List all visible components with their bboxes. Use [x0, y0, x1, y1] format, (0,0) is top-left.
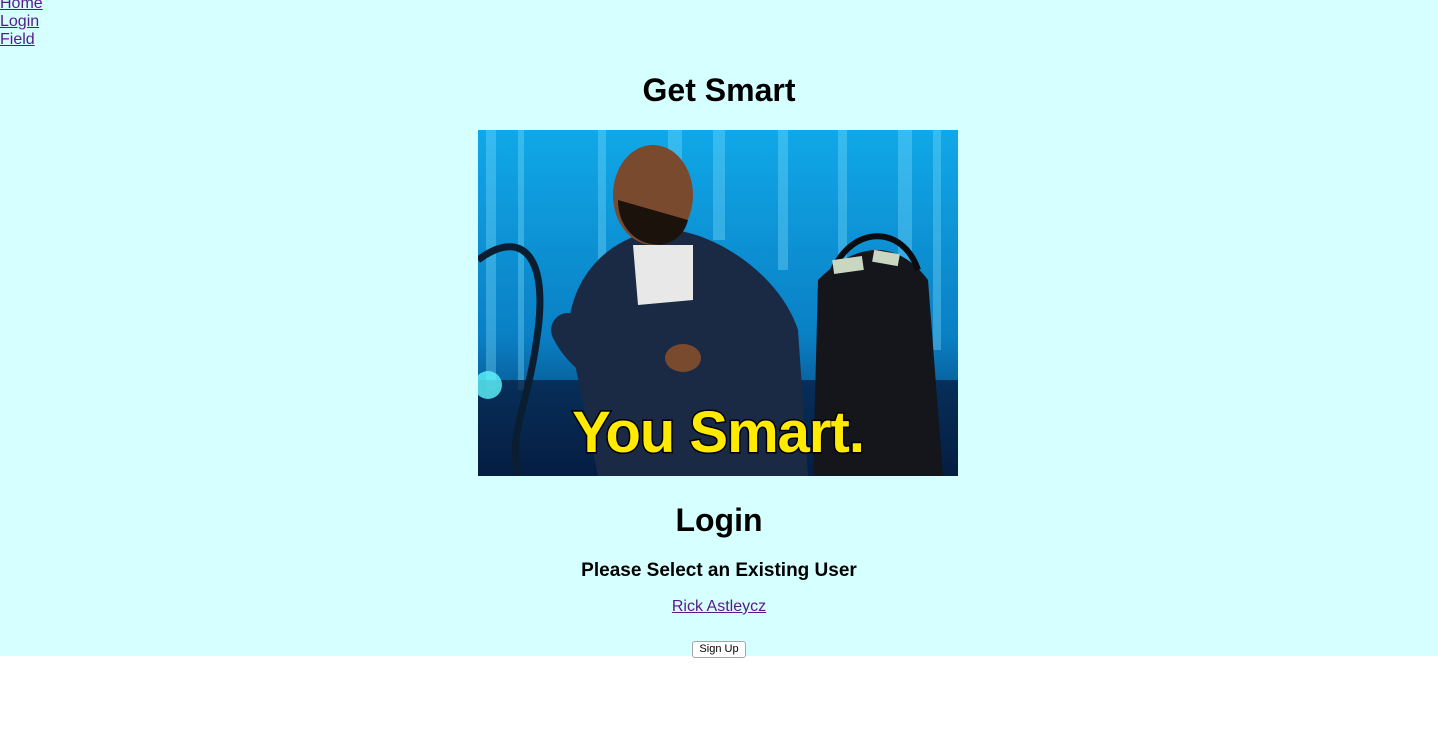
sign-up-button[interactable]: Sign Up [692, 641, 746, 658]
login-heading: Login [675, 502, 763, 538]
page-title: Get Smart [642, 72, 796, 108]
gif-caption: You Smart. [572, 400, 864, 465]
you-smart-gif: You Smart. [478, 130, 958, 476]
top-nav: Home Login Field [0, 0, 43, 49]
app-container: Home Login Field Get Smart You Smart. Lo… [0, 0, 1438, 658]
user-list: Rick Astleycz [0, 598, 1438, 616]
nav-link-login[interactable]: Login [0, 13, 43, 31]
nav-link-home[interactable]: Home [0, 0, 43, 13]
nav-link-field[interactable]: Field [0, 31, 43, 49]
user-link-rick-astleycz[interactable]: Rick Astleycz [672, 598, 766, 615]
select-user-subheading: Please Select an Existing User [581, 560, 857, 581]
signup-container: Sign Up [0, 639, 1438, 658]
